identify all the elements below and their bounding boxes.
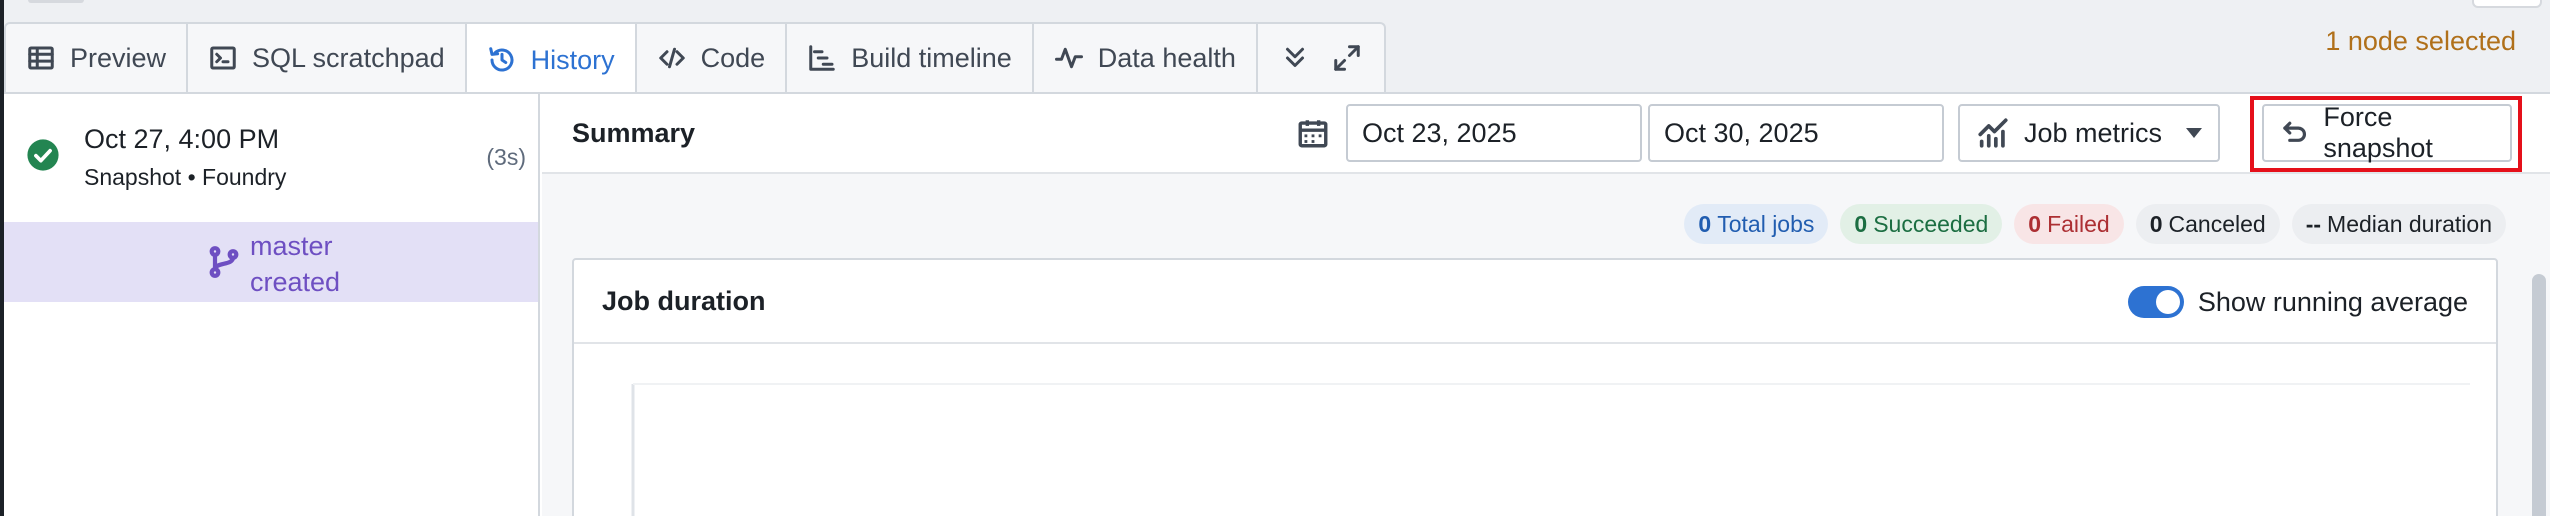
scrollbar-thumb[interactable] (2532, 274, 2546, 516)
summary-panel: Summary Job metrics Force snapshot (542, 94, 2550, 516)
selection-status: 1 node selected (2325, 26, 2516, 56)
double-chevron-down-icon[interactable] (1280, 43, 1310, 73)
canceled-badge: 0 Canceled (2135, 204, 2280, 244)
succeeded-badge: 0 Succeeded (1840, 204, 2003, 244)
table-icon (28, 46, 54, 70)
console-icon (210, 46, 236, 70)
tab-controls (1258, 24, 1384, 92)
build-date: Oct 27, 4:00 PM (84, 124, 280, 154)
build-subtitle: Snapshot • Foundry (84, 164, 287, 190)
summary-title: Summary (572, 118, 696, 148)
undo-arrow-icon (2283, 121, 2307, 142)
vertical-scrollbar[interactable] (2528, 174, 2550, 516)
build-entry[interactable]: Oct 27, 4:00 PM Snapshot • Foundry (3s) (4, 94, 538, 220)
median-duration-badge: -- Median duration (2291, 204, 2506, 244)
gantt-icon (809, 45, 835, 71)
branch-name: master (250, 231, 333, 261)
failed-badge: 0 Failed (2014, 204, 2124, 244)
code-icon (658, 47, 685, 69)
caret-down-icon (2186, 128, 2202, 138)
top-left-tab-fragment (28, 0, 84, 3)
tab-sql-scratchpad[interactable]: SQL scratchpad (188, 24, 467, 92)
tab-data-health[interactable]: Data health (1034, 24, 1258, 92)
force-snapshot-label: Force snapshot (2323, 102, 2433, 163)
pulse-icon (1054, 47, 1083, 69)
top-right-control-fragment (2472, 0, 2542, 8)
total-jobs-badge: 0 Total jobs (1684, 204, 1829, 244)
tab-label: History (530, 44, 615, 75)
job-stats: 0 Total jobs 0 Succeeded 0 Failed 0 Canceled… (1684, 204, 2506, 244)
history-icon (488, 47, 514, 72)
branch-action: created (250, 267, 341, 297)
job-metrics-label: Job metrics (2024, 117, 2163, 148)
tab-label: Data health (1097, 42, 1236, 73)
toggle-label: Show running average (2197, 286, 2468, 317)
summary-toolbar: Summary Job metrics Force snapshot (542, 94, 2550, 174)
tab-preview[interactable]: Preview (6, 24, 189, 92)
maximize-icon[interactable] (1332, 43, 1362, 73)
tab-label: Build timeline (851, 42, 1012, 73)
tab-label: Code (700, 42, 766, 73)
bottom-panel-tabs: Preview SQL scratchpad History Code Buil… (4, 22, 1386, 96)
tab-code[interactable]: Code (637, 24, 788, 92)
force-snapshot-button[interactable]: Force snapshot (2262, 102, 2512, 163)
end-date-input[interactable] (1648, 104, 1944, 162)
branch-created-item[interactable]: master created (4, 222, 538, 302)
toggle-switch[interactable] (2127, 286, 2184, 318)
tab-label: Preview (70, 42, 167, 73)
branch-label: master created (250, 228, 340, 300)
tab-label: SQL scratchpad (252, 42, 445, 73)
build-duration: (3s) (486, 144, 526, 170)
tab-build-timeline[interactable]: Build timeline (787, 24, 1034, 92)
success-check-icon (27, 139, 59, 171)
calendar-icon[interactable] (1296, 116, 1330, 150)
git-branch-icon (209, 246, 239, 278)
job-duration-header: Job duration Show running average (574, 260, 2496, 344)
history-panel: Oct 27, 4:00 PM Snapshot • Foundry (3s) … (4, 92, 2550, 516)
job-metrics-dropdown[interactable]: Job metrics (1958, 104, 2220, 162)
job-duration-title: Job duration (602, 286, 766, 316)
start-date-input[interactable] (1346, 104, 1642, 162)
job-duration-chart (630, 370, 2470, 516)
tab-history[interactable]: History (466, 24, 637, 96)
running-average-toggle[interactable]: Show running average (2127, 286, 2468, 318)
job-duration-card: Job duration Show running average (572, 258, 2498, 516)
build-history-list: Oct 27, 4:00 PM Snapshot • Foundry (3s) … (4, 94, 540, 516)
chart-trend-icon (1978, 118, 2008, 148)
